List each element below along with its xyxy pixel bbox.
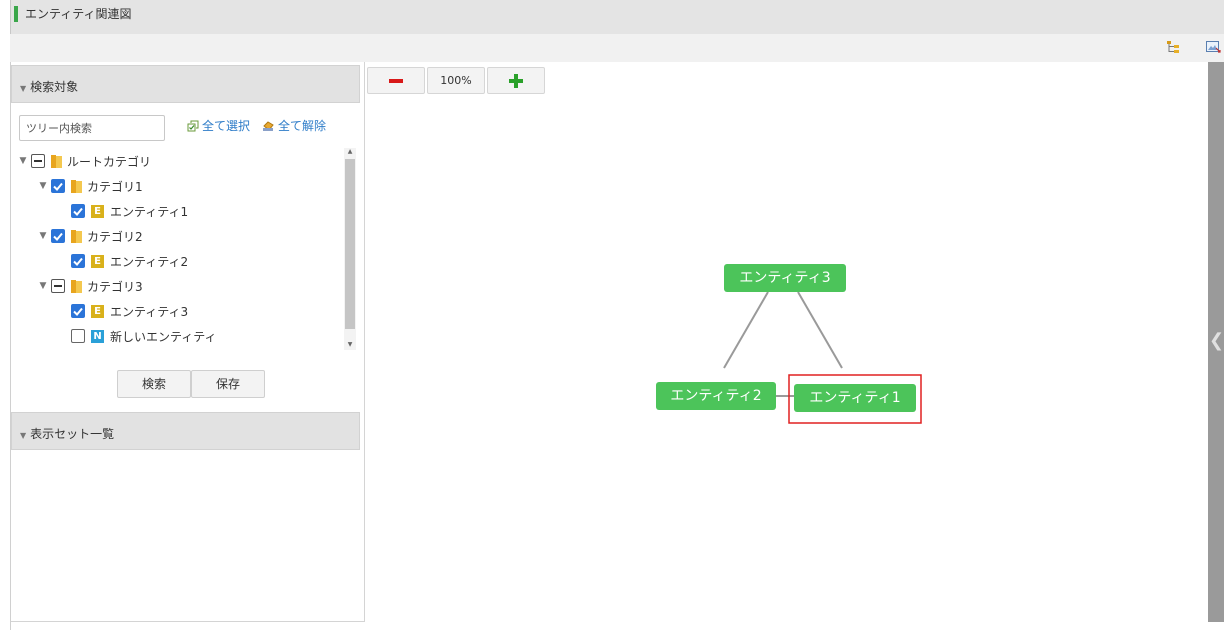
tree-item-label: エンティティ2 bbox=[110, 254, 189, 269]
edge-layer bbox=[723, 291, 922, 424]
tree-item-label: エンティティ3 bbox=[110, 304, 189, 319]
check-icon bbox=[73, 207, 83, 216]
deselect-all-link[interactable]: 全て解除 bbox=[262, 117, 326, 134]
tree-item-entity1[interactable]: E エンティティ1 bbox=[71, 200, 188, 222]
tree-item-entity3[interactable]: E エンティティ3 bbox=[71, 300, 188, 322]
search-target-title: 検索対象 bbox=[30, 80, 79, 94]
tree-item-label: エンティティ1 bbox=[110, 204, 189, 219]
tree-item-label: ルートカテゴリ bbox=[67, 154, 152, 169]
tree-scrollbar[interactable]: ▲ ▼ bbox=[344, 148, 356, 350]
check-icon bbox=[53, 232, 63, 241]
expand-triangle-icon[interactable]: ▼ bbox=[37, 181, 49, 191]
tree-item-category1[interactable]: ▼ カテゴリ1 bbox=[37, 175, 143, 197]
edge-e3-e1 bbox=[797, 291, 843, 369]
tree-item-new-entity[interactable]: N 新しいエンティティ bbox=[71, 325, 217, 347]
tree-item-label: 新しいエンティティ bbox=[110, 329, 217, 344]
deselect-all-icon bbox=[263, 121, 274, 131]
deselect-all-label: 全て解除 bbox=[278, 119, 327, 133]
tree-item-category2[interactable]: ▼ カテゴリ2 bbox=[37, 225, 143, 247]
expand-triangle-icon[interactable]: ▼ bbox=[17, 156, 29, 166]
folder-icon bbox=[71, 279, 82, 293]
search-target-header[interactable]: ▼ 検索対象 bbox=[11, 65, 360, 103]
display-sets-title: 表示セット一覧 bbox=[30, 427, 115, 441]
display-sets-header[interactable]: ▼ 表示セット一覧 bbox=[11, 412, 360, 450]
tree-checkbox[interactable] bbox=[51, 279, 65, 293]
scrollbar-thumb[interactable] bbox=[345, 159, 355, 329]
scroll-down-arrow-icon[interactable]: ▼ bbox=[344, 341, 356, 348]
chevron-left-icon[interactable]: ❮ bbox=[1209, 330, 1224, 351]
folder-icon bbox=[51, 154, 62, 168]
tree-checkbox[interactable] bbox=[71, 329, 85, 343]
tree-item-label: カテゴリ3 bbox=[87, 279, 143, 294]
scroll-up-arrow-icon[interactable]: ▲ bbox=[344, 148, 356, 155]
tree-item-root[interactable]: ▼ ルートカテゴリ bbox=[17, 150, 151, 172]
toolbar bbox=[10, 34, 1224, 62]
title-marker-icon bbox=[14, 6, 18, 22]
page-title: エンティティ関連図 bbox=[25, 7, 132, 21]
select-all-icon bbox=[187, 120, 199, 132]
folder-icon bbox=[71, 179, 82, 193]
tree-search-input[interactable] bbox=[19, 115, 165, 141]
select-all-link[interactable]: 全て選択 bbox=[187, 117, 250, 134]
entity-badge-icon: E bbox=[91, 204, 104, 218]
category-tree: ▼ ルートカテゴリ ▼ カテゴリ1 E エンティティ1 ▼ カテゴリ2 E エン… bbox=[11, 146, 342, 346]
tree-item-category3[interactable]: ▼ カテゴリ3 bbox=[37, 275, 143, 297]
tree-checkbox[interactable] bbox=[71, 204, 85, 218]
check-icon bbox=[53, 182, 63, 191]
collapse-triangle-icon: ▼ bbox=[20, 431, 27, 440]
entity-node-2[interactable]: エンティティ2 bbox=[656, 382, 776, 410]
check-icon bbox=[73, 257, 83, 266]
entity-node-3[interactable]: エンティティ3 bbox=[724, 264, 846, 292]
edge-e3-e2 bbox=[723, 291, 769, 369]
tree-item-entity2[interactable]: E エンティティ2 bbox=[71, 250, 188, 272]
tree-checkbox[interactable] bbox=[51, 179, 65, 193]
tree-checkbox[interactable] bbox=[71, 254, 85, 268]
export-image-icon[interactable] bbox=[1205, 39, 1221, 55]
expand-triangle-icon[interactable]: ▼ bbox=[37, 231, 49, 241]
tree-checkbox[interactable] bbox=[31, 154, 45, 168]
tree-item-label: カテゴリ1 bbox=[87, 179, 143, 194]
select-all-label: 全て選択 bbox=[202, 119, 251, 133]
tree-checkbox[interactable] bbox=[71, 304, 85, 318]
entity-badge-icon: E bbox=[91, 254, 104, 268]
search-button[interactable]: 検索 bbox=[117, 370, 191, 398]
folder-icon bbox=[71, 229, 82, 243]
tree-checkbox[interactable] bbox=[51, 229, 65, 243]
right-panel-toggle[interactable]: ❮ bbox=[1208, 62, 1224, 622]
tree-item-label: カテゴリ2 bbox=[87, 229, 143, 244]
check-icon bbox=[73, 307, 83, 316]
collapse-triangle-icon: ▼ bbox=[20, 84, 27, 93]
tree-layout-icon[interactable] bbox=[1165, 39, 1181, 55]
new-entity-badge-icon: N bbox=[91, 329, 104, 343]
title-bar: エンティティ関連図 bbox=[10, 0, 1224, 34]
left-panel: ▼検索対象 全て選択 全て解除 ▼ ルートカテゴリ ▼ カテゴリ1 bbox=[11, 62, 365, 622]
entity-node-1[interactable]: エンティティ1 bbox=[794, 384, 916, 412]
expand-triangle-icon[interactable]: ▼ bbox=[37, 281, 49, 291]
save-button[interactable]: 保存 bbox=[191, 370, 265, 398]
entity-badge-icon: E bbox=[91, 304, 104, 318]
graph-canvas[interactable]: 100% エンティティ3 エンティティ2 エンティティ1 bbox=[366, 62, 1208, 630]
